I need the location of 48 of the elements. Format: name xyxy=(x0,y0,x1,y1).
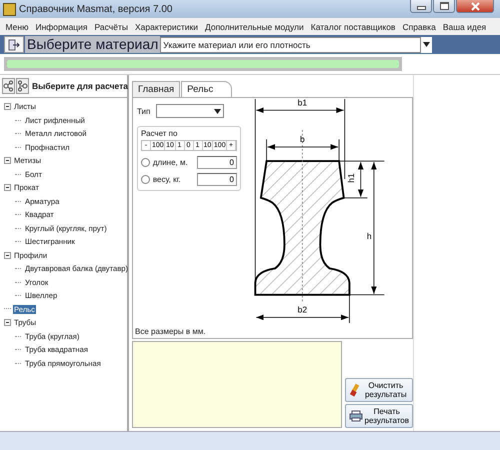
units-note: Все размеры в мм. xyxy=(134,327,207,338)
eraser-icon xyxy=(348,383,361,397)
menu-item[interactable]: Дополнительные модули xyxy=(202,22,308,32)
sidebar-title: Выберите для расчета xyxy=(32,81,128,91)
menu-item[interactable]: Меню xyxy=(2,22,32,32)
menu-item[interactable]: Расчёты xyxy=(91,22,132,32)
maximize-button[interactable] xyxy=(433,0,455,13)
app-icon xyxy=(3,2,16,16)
exit-button[interactable] xyxy=(4,36,24,53)
menu-item[interactable]: Справка xyxy=(398,22,440,32)
tab[interactable]: Главная xyxy=(132,81,180,97)
option-label: весу, кг. xyxy=(152,175,182,184)
clear-results-button[interactable]: Очистить результаты xyxy=(344,378,413,402)
collapse-toggle-icon[interactable] xyxy=(4,103,11,110)
group-title: Расчет по xyxy=(141,129,178,138)
dropdown-arrow-icon[interactable] xyxy=(423,42,430,47)
close-button[interactable] xyxy=(456,0,494,13)
print-results-button[interactable]: Печать результатов xyxy=(344,404,413,428)
option-label: длине, м. xyxy=(152,158,189,167)
material-combobox[interactable]: Укажите материал или его плотность xyxy=(160,36,422,52)
collapse-toggle-icon[interactable] xyxy=(4,157,11,164)
material-label: Выберите материал xyxy=(25,36,160,53)
value-field[interactable]: 0 xyxy=(197,173,237,186)
collapse-toggle-icon[interactable] xyxy=(4,319,11,326)
menu-item[interactable]: Каталог поставщиков xyxy=(307,22,399,32)
type-label: Тип xyxy=(137,106,150,116)
collapse-toggle-icon[interactable] xyxy=(4,184,11,192)
dropdown-arrow-icon xyxy=(214,108,222,114)
minimize-button[interactable] xyxy=(410,0,432,13)
dimension-label: h xyxy=(366,231,372,242)
tab[interactable]: Рельс xyxy=(181,81,232,97)
dimension-label: b xyxy=(300,134,305,144)
value-field[interactable]: 0 xyxy=(197,156,237,169)
window-title: Справочник Masmat, версия 7.00 xyxy=(19,4,172,14)
collapse-toggle-icon[interactable] xyxy=(4,252,11,259)
close-icon xyxy=(470,2,480,10)
type-dropdown[interactable] xyxy=(156,104,224,118)
expand-all-button[interactable] xyxy=(2,78,15,94)
collapse-all-button[interactable] xyxy=(16,78,29,94)
dimension-label: b2 xyxy=(298,304,308,315)
menu-item[interactable]: Информация xyxy=(32,22,92,32)
radio-button[interactable] xyxy=(141,175,150,184)
menu-item[interactable]: Характеристики xyxy=(131,22,202,32)
radio-button[interactable] xyxy=(141,158,150,167)
menu-item[interactable]: Ваша идея xyxy=(439,22,490,32)
dimension-label: b1 xyxy=(298,98,308,108)
printer-icon xyxy=(348,410,363,422)
dimension-label: h1 xyxy=(346,173,356,183)
